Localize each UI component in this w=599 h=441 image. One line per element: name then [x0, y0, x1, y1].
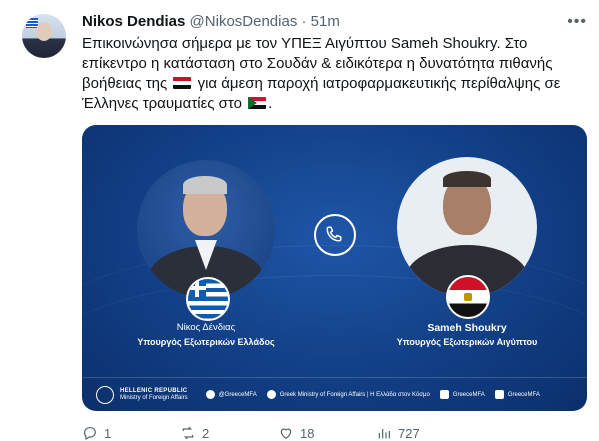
- tweet-line-1-end: . Στο: [496, 35, 528, 52]
- ministry-line-1: HELLENIC REPUBLIC: [120, 387, 188, 394]
- tweet-text: Επικοινώνησα σήμερα με τον ΥΠΕΞ Αιγύπτου…: [82, 34, 562, 114]
- mention[interactable]: Sameh Shoukry: [391, 35, 497, 52]
- facebook-icon: [266, 390, 276, 399]
- facebook-page: Greek Ministry of Foreign Affairs | Η Ελ…: [279, 391, 430, 398]
- tweet-line-2: επίκεντρο η κατάσταση στο Σουδάν & ειδικ…: [82, 55, 553, 72]
- youtube-link: GreeceMFA: [494, 390, 540, 399]
- instagram-handle: GreeceMFA: [452, 391, 485, 398]
- flag-emblem: [464, 293, 472, 301]
- avatar-head: [36, 22, 52, 41]
- views-icon: [378, 429, 390, 439]
- views-button[interactable]: 727: [376, 425, 474, 441]
- like-button[interactable]: 18: [278, 425, 376, 441]
- twitter-icon: [205, 390, 215, 399]
- tweet-line-3-start: βοήθειας της: [82, 75, 172, 92]
- emblem-icon: [96, 385, 114, 404]
- view-count: 727: [398, 425, 420, 441]
- retweet-icon: [182, 426, 194, 440]
- separator: ·: [301, 13, 307, 30]
- card-footer: HELLENIC REPUBLIC Ministry of Foreign Af…: [82, 377, 587, 411]
- facebook-link: Greek Ministry of Foreign Affairs | Η Ελ…: [266, 390, 430, 399]
- author-avatar[interactable]: [22, 14, 66, 58]
- twitter-link: @GreeceMFA: [205, 390, 257, 399]
- reply-count: 1: [104, 425, 112, 441]
- tweet-media-card[interactable]: Νίκος Δένδιας Υπουργός Εξωτερικών Ελλάδο…: [82, 125, 587, 411]
- hair: [443, 171, 491, 187]
- tweet-line-3-end: για άμεση παροχή ιατροφαρμακευτικής περί…: [193, 75, 561, 92]
- instagram-link: GreeceMFA: [439, 390, 485, 399]
- flag-cross: [188, 286, 206, 290]
- instagram-icon: [439, 390, 449, 399]
- tweet-header: Nikos Dendias @NikosDendias · 51m: [82, 12, 579, 32]
- like-count: 18: [300, 425, 315, 441]
- sudan-flag-icon: [248, 97, 267, 109]
- left-caption-name: Νίκος Δένδιας: [176, 322, 236, 333]
- greece-flag-badge-icon: [186, 277, 230, 321]
- ministry-line-2: Ministry of Foreign Affairs: [120, 394, 188, 401]
- hair: [183, 176, 227, 194]
- egypt-flag-badge-icon: [446, 275, 490, 319]
- right-caption-role: Υπουργός Εξωτερικών Αιγύπτου: [396, 337, 538, 347]
- right-caption-name: Sameh Shoukry: [427, 322, 507, 334]
- tweet-actions: 1 2 18 727: [82, 425, 587, 441]
- phone-icon: [314, 214, 356, 256]
- author-name[interactable]: Nikos Dendias: [82, 13, 185, 30]
- reply-icon: [84, 427, 96, 441]
- ministry-logo: HELLENIC REPUBLIC Ministry of Foreign Af…: [96, 385, 188, 404]
- author-handle[interactable]: @NikosDendias: [190, 13, 298, 30]
- tweet-line-4-start: Έλληνες τραυματίες στο: [82, 95, 247, 112]
- retweet-button[interactable]: 2: [180, 425, 278, 441]
- left-caption-role: Υπουργός Εξωτερικών Ελλάδος: [137, 337, 275, 347]
- egypt-flag-icon: [173, 77, 192, 89]
- tweet-time[interactable]: 51m: [311, 13, 340, 30]
- tweet-line-4-end: .: [268, 95, 273, 112]
- tweet-line-1: Επικοινώνησα σήμερα με τον ΥΠΕΞ Αιγύπτου: [82, 35, 391, 52]
- twitter-handle: @GreeceMFA: [218, 391, 257, 398]
- retweet-count: 2: [202, 425, 210, 441]
- ministry-text: HELLENIC REPUBLIC Ministry of Foreign Af…: [120, 388, 188, 402]
- youtube-icon: [494, 390, 504, 399]
- more-icon[interactable]: •••: [567, 13, 587, 31]
- youtube-handle: GreeceMFA: [507, 391, 540, 398]
- like-icon: [280, 428, 292, 440]
- reply-button[interactable]: 1: [82, 425, 180, 441]
